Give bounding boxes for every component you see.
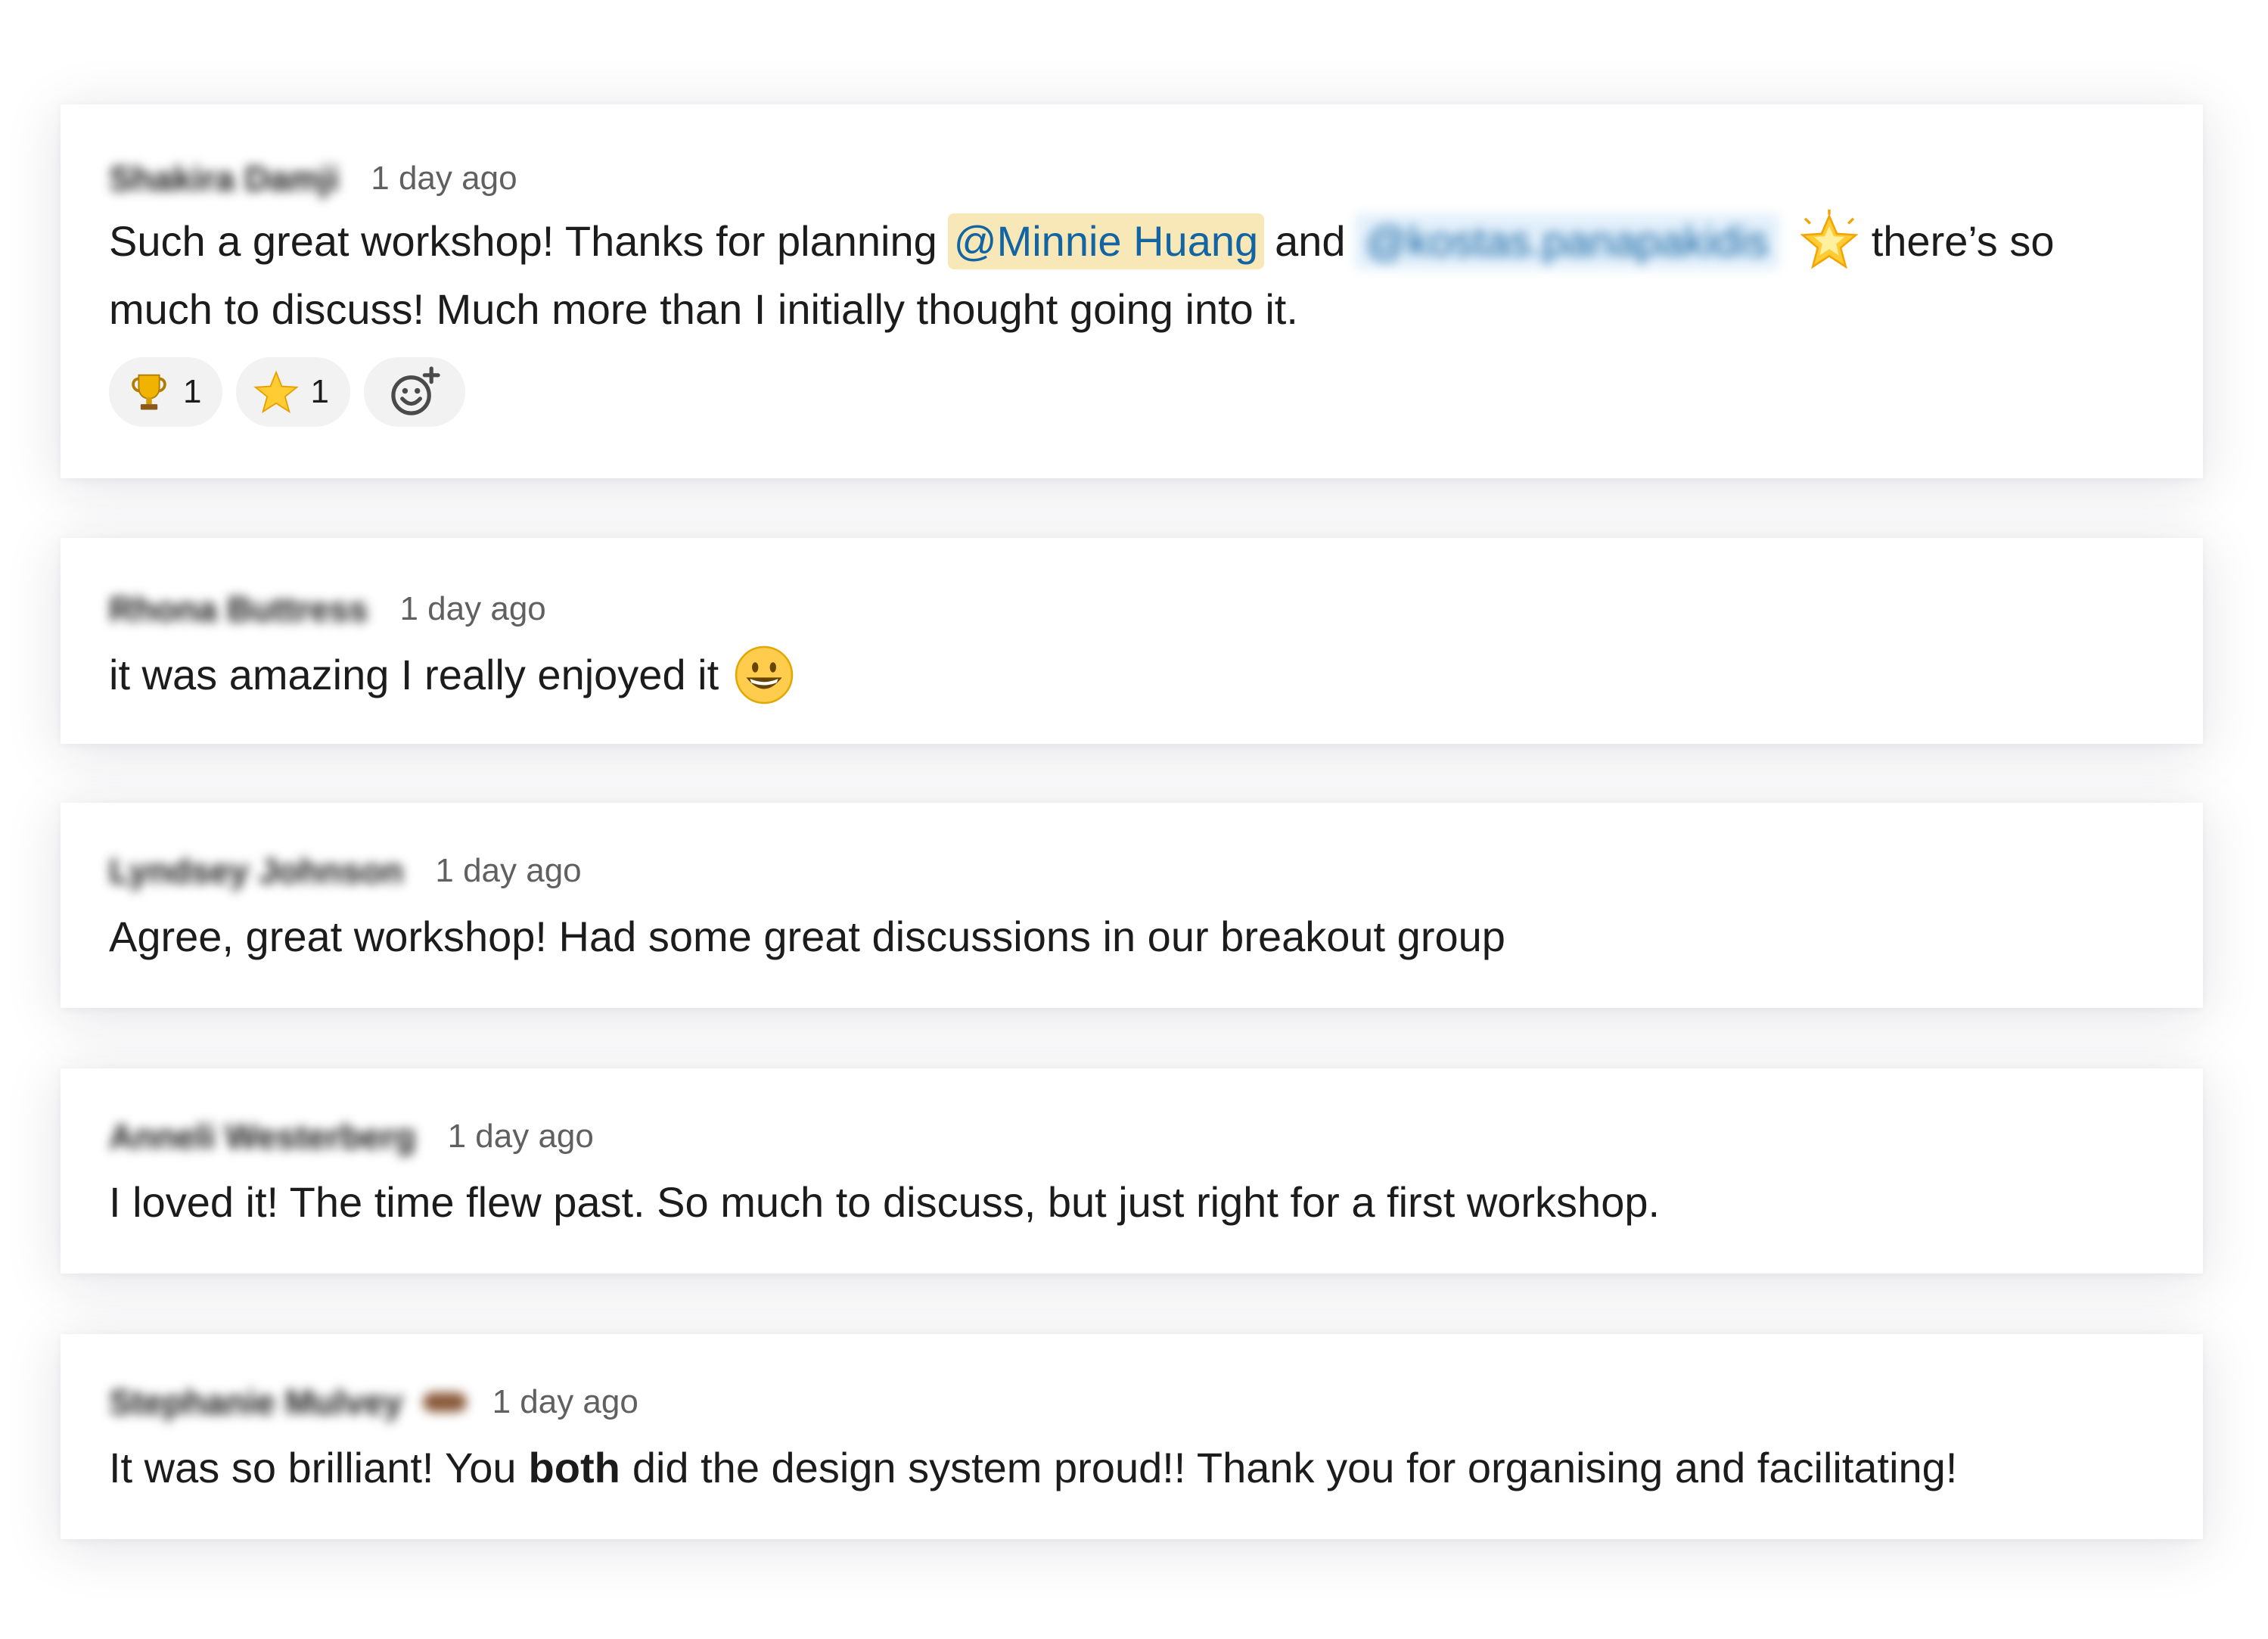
comment-message: It was so brilliant! You both did the de…	[109, 1434, 2155, 1502]
reaction-count: 1	[310, 373, 329, 410]
reaction-trophy[interactable]: 1	[109, 357, 223, 427]
comment-author[interactable]: Lyndsey Johnson	[109, 851, 403, 891]
comment-author[interactable]: Shakira Damji	[109, 158, 339, 199]
add-reaction-icon	[391, 366, 440, 415]
reaction-count: 1	[183, 373, 202, 410]
comment-author[interactable]: Anneli Westerberg	[109, 1116, 416, 1157]
message-text: did the design system proud!! Thank you …	[632, 1444, 1958, 1491]
user-mention[interactable]: @Minnie Huang	[947, 213, 1265, 269]
comment-timestamp[interactable]: 1 day ago	[371, 160, 517, 197]
comment-card: Stephanie Mulvey 1 day ago It was so bri…	[61, 1334, 2203, 1539]
user-mention[interactable]: @kostas.panapakidis	[1354, 213, 1779, 269]
message-bold-text: both	[528, 1444, 620, 1491]
add-reaction-button[interactable]	[363, 357, 465, 427]
glowing-star-icon	[1797, 210, 1861, 273]
comment-message: I loved it! The time flew past. So much …	[109, 1168, 2155, 1236]
comment-message: Such a great workshop! Thanks for planni…	[109, 207, 2155, 344]
comment-card: Rhona Buttress 1 day ago it was amazing …	[61, 538, 2203, 744]
comment-author[interactable]: Stephanie Mulvey	[109, 1382, 403, 1423]
comment-timestamp[interactable]: 1 day ago	[492, 1383, 638, 1421]
grinning-face-icon	[732, 643, 796, 707]
message-text: there’s so	[1871, 217, 2055, 265]
comment-header: Stephanie Mulvey 1 day ago	[109, 1379, 2155, 1425]
comment-timestamp[interactable]: 1 day ago	[435, 852, 581, 890]
comments-page: Shakira Damji 1 day ago Such a great wor…	[0, 0, 2268, 1639]
reaction-bar: 1 1	[109, 357, 2155, 427]
message-text: and	[1275, 217, 1346, 265]
comment-header: Lyndsey Johnson 1 day ago	[109, 848, 2155, 894]
comment-message: Agree, great workshop! Had some great di…	[109, 903, 2155, 971]
trophy-icon	[126, 369, 172, 415]
comment-message: it was amazing I really enjoyed it	[109, 641, 2155, 709]
comment-header: Rhona Buttress 1 day ago	[109, 586, 2155, 632]
comment-header: Anneli Westerberg 1 day ago	[109, 1114, 2155, 1159]
reaction-star[interactable]: 1	[236, 357, 350, 427]
message-text: It was so brilliant! You	[109, 1444, 517, 1491]
comment-author[interactable]: Rhona Buttress	[109, 589, 368, 630]
message-text: much to discuss! Much more than I initia…	[109, 285, 1298, 333]
comment-card: Lyndsey Johnson 1 day ago Agree, great w…	[61, 803, 2203, 1008]
message-text: I loved it! The time flew past. So much …	[109, 1178, 1661, 1226]
comment-timestamp[interactable]: 1 day ago	[448, 1118, 594, 1155]
status-emoji-icon	[422, 1392, 467, 1412]
star-icon	[253, 369, 300, 415]
message-text: it was amazing I really enjoyed it	[109, 651, 719, 698]
comment-timestamp[interactable]: 1 day ago	[399, 590, 545, 628]
message-text: Such a great workshop! Thanks for planni…	[109, 217, 937, 265]
comment-header: Shakira Damji 1 day ago	[109, 156, 2155, 201]
message-text: Agree, great workshop! Had some great di…	[109, 913, 1505, 960]
comment-card: Shakira Damji 1 day ago Such a great wor…	[61, 104, 2203, 478]
comment-card: Anneli Westerberg 1 day ago I loved it! …	[61, 1068, 2203, 1274]
